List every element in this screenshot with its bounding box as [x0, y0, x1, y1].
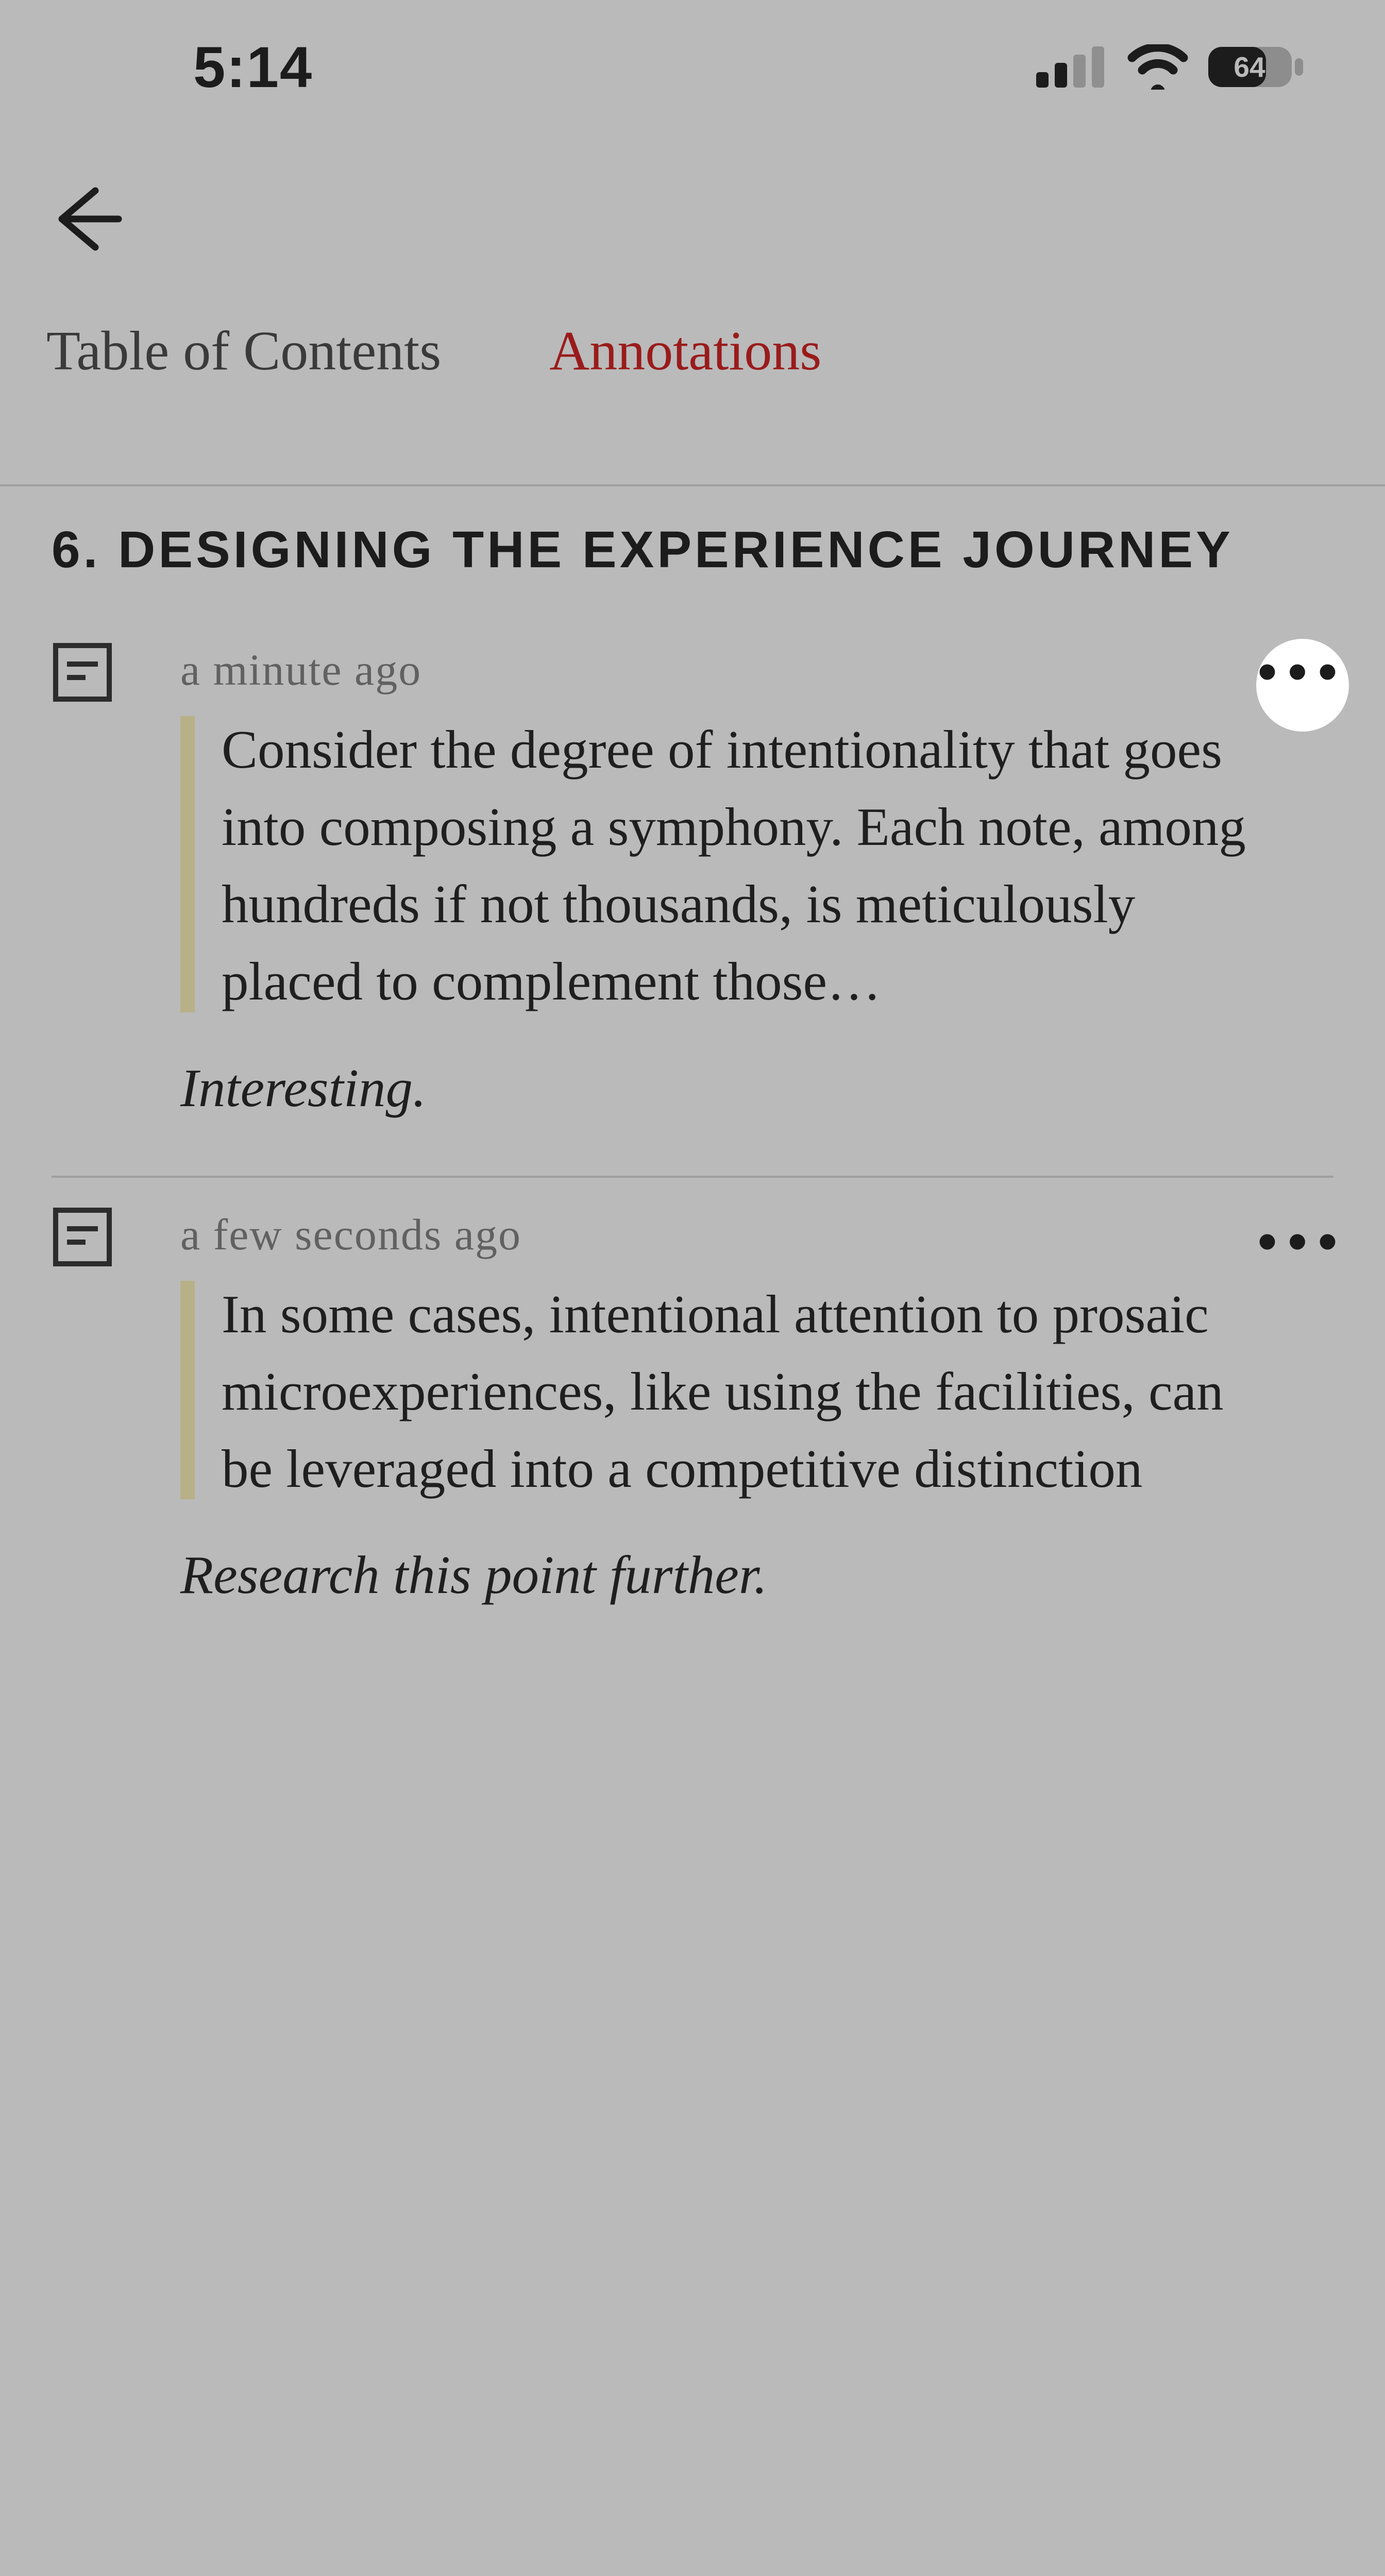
- annotation-item[interactable]: a minute ago Consider the degree of inte…: [0, 629, 1385, 1176]
- back-arrow-icon: [46, 180, 124, 258]
- cellular-signal-icon: [1036, 46, 1108, 88]
- tab-annotations[interactable]: Annotations: [549, 319, 821, 383]
- header-divider: [0, 484, 1385, 486]
- battery-icon: 64: [1207, 44, 1305, 90]
- status-time: 5:14: [193, 34, 313, 100]
- annotation-note: Interesting.: [180, 1057, 1282, 1119]
- note-icon: [52, 1206, 113, 1270]
- wifi-icon: [1127, 44, 1189, 90]
- note-icon: [52, 641, 113, 706]
- annotation-timestamp: a minute ago: [180, 644, 1282, 696]
- annotation-timestamp: a few seconds ago: [180, 1209, 1282, 1260]
- annotation-item[interactable]: a few seconds ago In some cases, intenti…: [52, 1176, 1333, 1663]
- annotation-note: Research this point further.: [180, 1544, 1282, 1606]
- annotation-quote: In some cases, intentional attention to …: [180, 1276, 1282, 1507]
- annotation-more-button[interactable]: •••: [1256, 1209, 1349, 1301]
- tab-table-of-contents[interactable]: Table of Contents: [46, 319, 441, 383]
- status-indicators: 64: [1036, 44, 1305, 90]
- back-button[interactable]: [46, 175, 134, 263]
- chapter-heading: 6. DESIGNING THE EXPERIENCE JOURNEY: [52, 520, 1333, 580]
- annotation-quote: Consider the degree of intentionality th…: [180, 711, 1282, 1021]
- annotation-more-button[interactable]: •••: [1256, 639, 1349, 732]
- ios-status-bar: 5:14 64: [0, 0, 1385, 134]
- tab-bar: Table of Contents Annotations: [46, 319, 1339, 419]
- app-header: Table of Contents Annotations: [0, 175, 1385, 419]
- svg-text:64: 64: [1234, 51, 1265, 83]
- annotations-list: a minute ago Consider the degree of inte…: [0, 629, 1385, 1663]
